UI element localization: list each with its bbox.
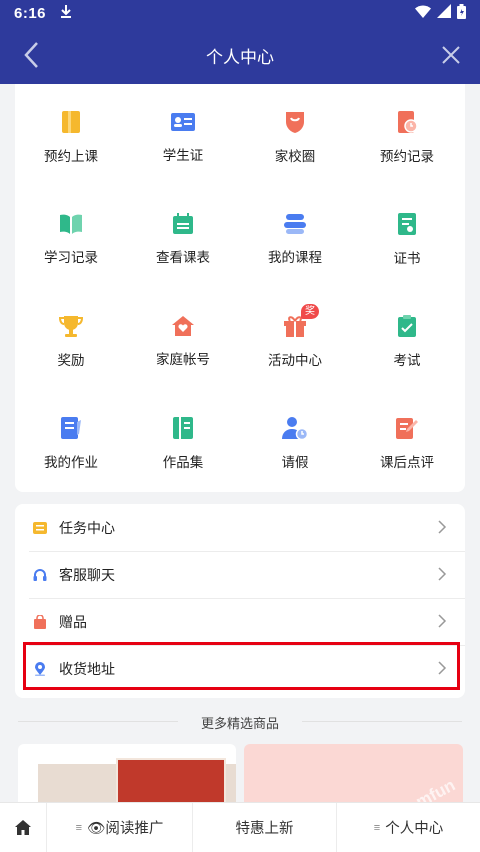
grid-label: 家校圈	[274, 149, 316, 164]
grid-label: 家庭帐号	[156, 352, 210, 367]
grid-item-timetable[interactable]: 查看课表	[127, 186, 239, 266]
grid-label: 作品集	[162, 455, 204, 470]
tab-label: 个人中心	[385, 821, 444, 837]
grid-item-leave-request[interactable]: 请假	[239, 390, 351, 470]
grid-label: 课后点评	[380, 455, 434, 470]
page-title: 个人中心	[206, 47, 274, 67]
status-bar: 6:16	[0, 0, 480, 26]
chevron-right-icon	[438, 520, 447, 534]
menu-icon: ≡	[75, 821, 82, 834]
product-image-text	[126, 766, 128, 772]
grid-label: 学生证	[162, 148, 204, 163]
certificate-icon	[393, 212, 421, 236]
grid-label: 我的作业	[44, 455, 98, 470]
course-icon	[281, 212, 309, 235]
grid-item-family-account[interactable]: 家庭帐号	[127, 288, 239, 368]
list-item-task-center[interactable]: 任务中心	[15, 504, 465, 551]
grid-label: 活动中心	[268, 353, 322, 368]
bottom-nav: ≡ 👁阅读推广 特惠上新 ≡ 个人中心	[0, 802, 480, 852]
homework-icon	[57, 416, 85, 440]
grid-item-reserve-records[interactable]: 预约记录	[351, 84, 463, 164]
grid-item-student-id[interactable]: 学生证	[127, 84, 239, 164]
grid-item-activity-center[interactable]: 奖 活动中心	[239, 288, 351, 368]
reward-badge: 奖	[301, 304, 319, 319]
signal-icon	[437, 4, 451, 22]
list-item-label: 客服聊天	[59, 566, 115, 583]
exam-clipboard-icon	[393, 314, 421, 338]
battery-icon	[457, 3, 466, 23]
book-icon	[57, 110, 85, 134]
wifi-icon	[415, 5, 431, 22]
tab-label: 👁阅读推广	[87, 821, 164, 837]
tab-label: 特惠上新	[235, 821, 294, 837]
shield-icon	[281, 110, 309, 134]
clock-doc-icon	[393, 110, 421, 134]
chevron-right-icon	[438, 567, 447, 581]
person-clock-icon	[281, 416, 309, 440]
grid-item-my-homework[interactable]: 我的作业	[15, 390, 127, 470]
grid-label: 预约记录	[380, 149, 434, 164]
grid-item-reserve-class[interactable]: 预约上课	[15, 84, 127, 164]
grid-item-after-class-review[interactable]: 课后点评	[351, 390, 463, 470]
grid-label: 我的课程	[268, 250, 322, 265]
status-time: 6:16	[14, 4, 47, 22]
nav-bar: 个人中心	[0, 26, 480, 84]
grid-label: 预约上课	[44, 149, 98, 164]
menu-icon: ≡	[373, 821, 381, 834]
chevron-right-icon	[438, 614, 447, 628]
highlight-box	[23, 642, 460, 690]
portfolio-icon	[169, 416, 197, 440]
download-icon	[60, 4, 72, 22]
grid-item-home-school[interactable]: 家校圈	[239, 84, 351, 164]
grid-item-study-records[interactable]: 学习记录	[15, 186, 127, 266]
grid-item-certificate[interactable]: 证书	[351, 186, 463, 266]
id-card-icon	[169, 110, 197, 133]
tab-read-promo[interactable]: ≡ 👁阅读推广	[46, 802, 192, 852]
list-item-customer-chat[interactable]: 客服聊天	[15, 551, 465, 598]
home-icon[interactable]	[0, 803, 46, 852]
grid-label: 查看课表	[156, 250, 210, 265]
open-book-icon	[57, 212, 85, 235]
task-icon	[33, 521, 47, 535]
trophy-icon	[57, 314, 85, 338]
grid-label: 证书	[393, 251, 421, 266]
gift-icon: 奖	[281, 304, 319, 338]
section-title: 更多精选商品	[200, 715, 279, 731]
grid-item-portfolio[interactable]: 作品集	[127, 390, 239, 470]
grid-item-my-courses[interactable]: 我的课程	[239, 186, 351, 266]
back-arrow-icon[interactable]	[16, 39, 46, 71]
tab-specials[interactable]: 特惠上新	[192, 802, 336, 852]
calendar-icon	[169, 212, 197, 235]
list-item-gifts[interactable]: 赠品	[15, 598, 465, 645]
grid-item-exam[interactable]: 考试	[351, 288, 463, 368]
gift-bag-icon	[33, 614, 47, 629]
list-item-label: 赠品	[59, 613, 87, 630]
grid-label: 学习记录	[44, 250, 98, 265]
home-heart-icon	[169, 314, 197, 337]
grid-label: 请假	[281, 455, 309, 470]
grid-label: 考试	[393, 353, 421, 368]
tab-personal-center[interactable]: ≡ 个人中心	[336, 802, 480, 852]
grid-item-rewards[interactable]: 奖励	[15, 288, 127, 368]
list-item-label: 任务中心	[59, 519, 115, 536]
headset-icon	[33, 568, 47, 582]
grid-label: 奖励	[57, 353, 85, 368]
feature-grid: 预约上课 学生证 家校圈 预约记录 学习记录 查看课表 我的课程 证书 奖励 家…	[15, 84, 465, 492]
pencil-doc-icon	[393, 416, 421, 440]
close-icon[interactable]	[436, 40, 466, 70]
